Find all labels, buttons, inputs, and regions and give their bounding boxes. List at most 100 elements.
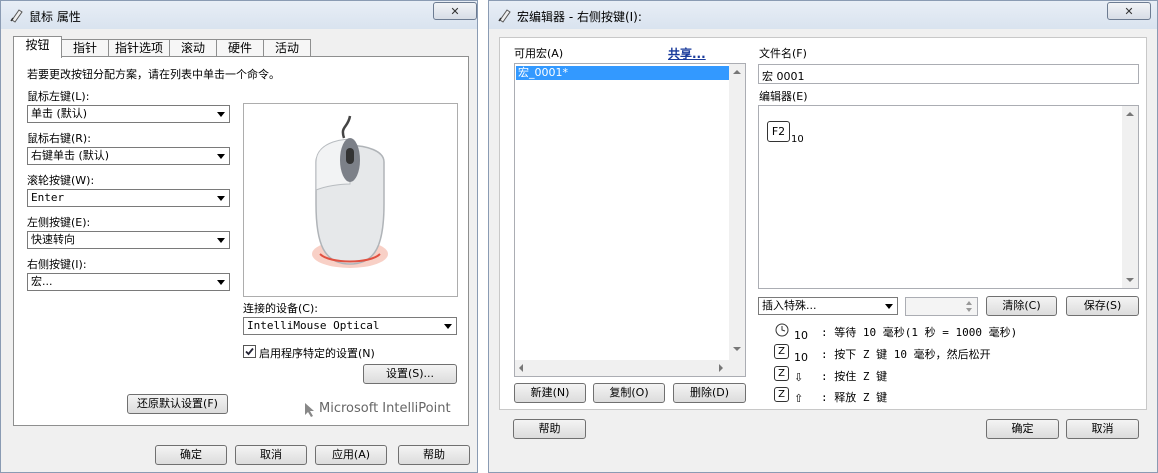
key-z-up-icon: Z <box>774 387 789 402</box>
editor-vertical-scrollbar[interactable] <box>1122 106 1138 288</box>
app-specific-checkbox[interactable] <box>243 345 256 358</box>
delay-spinner[interactable] <box>905 297 978 316</box>
mouse-app-icon <box>10 9 23 23</box>
legend-text: : 等待 10 毫秒(1 秒 = 1000 毫秒) <box>821 326 1018 339</box>
mouse-image-frame <box>243 103 458 297</box>
available-macros-label: 可用宏(A) <box>514 47 564 60</box>
tab-hardware[interactable]: 硬件 <box>216 39 264 57</box>
legend-text: : 按住 Z 键 <box>821 370 888 383</box>
scroll-left-icon <box>519 364 523 372</box>
buttons-tab-panel: 若要更改按钮分配方案，请在列表中单击一个命令。 鼠标左键(L): 单击 (默认)… <box>13 56 469 426</box>
legend-arrow: ⇧ <box>794 392 804 405</box>
title-bar: 鼠标 属性 ✕ <box>1 1 477 29</box>
scroll-right-icon <box>719 364 723 372</box>
instruction-text: 若要更改按钮分配方案，请在列表中单击一个命令。 <box>27 68 280 81</box>
share-link[interactable]: 共享... <box>668 45 706 62</box>
help-button[interactable]: 帮助 <box>398 445 470 465</box>
left-button-label: 鼠标左键(L): <box>27 90 90 103</box>
list-item[interactable]: 宏_0001* <box>516 66 730 80</box>
ok-button[interactable]: 确定 <box>986 419 1059 439</box>
insert-special-select[interactable]: 插入特殊... <box>758 297 898 315</box>
wheel-button-value: Enter <box>31 191 65 204</box>
tab-scroll[interactable]: 滚动 <box>169 39 217 57</box>
copy-macro-button[interactable]: 复制(O) <box>593 383 665 403</box>
ok-button[interactable]: 确定 <box>155 445 227 465</box>
list-horizontal-scrollbar[interactable] <box>515 360 729 376</box>
tab-activity[interactable]: 活动 <box>263 39 311 57</box>
filename-label: 文件名(F) <box>759 47 807 60</box>
right-button-value: 右键单击 (默认) <box>31 149 110 162</box>
legend-arrow: ⇩ <box>794 371 804 384</box>
left-side-button-label: 左侧按键(E): <box>27 216 91 229</box>
device-value: IntelliMouse Optical <box>247 319 380 332</box>
macro-name: 宏_0001* <box>518 66 568 79</box>
key-delay: 10 <box>791 134 804 145</box>
window-title: 宏编辑器 - 右侧按键(I): <box>517 10 642 24</box>
macro-list[interactable]: 宏_0001* <box>514 63 746 377</box>
macro-editor-panel: 可用宏(A) 共享... 宏_0001* 文件名(F) 宏 0001 编辑器(E… <box>499 37 1147 410</box>
right-side-button-label: 右侧按键(I): <box>27 258 87 271</box>
pointer-logo-icon <box>305 403 314 417</box>
tab-pointer[interactable]: 指针 <box>61 39 109 57</box>
spin-up-icon[interactable] <box>966 301 972 305</box>
right-button-select[interactable]: 右键单击 (默认) <box>27 147 230 165</box>
legend-num: 10 <box>794 329 808 342</box>
tab-buttons[interactable]: 按钮 <box>13 36 62 58</box>
left-side-button-value: 快速转向 <box>31 233 75 246</box>
checkmark-icon <box>245 347 254 356</box>
chevron-down-icon <box>217 238 225 243</box>
wheel-button-label: 滚轮按键(W): <box>27 174 95 187</box>
save-button[interactable]: 保存(S) <box>1066 296 1139 316</box>
device-label: 连接的设备(C): <box>243 302 318 315</box>
clear-button[interactable]: 清除(C) <box>986 296 1057 316</box>
legend-text: : 按下 Z 键 10 毫秒，然后松开 <box>821 348 991 361</box>
legend-text: : 释放 Z 键 <box>821 391 888 404</box>
close-button[interactable]: ✕ <box>433 2 477 20</box>
spin-down-icon[interactable] <box>966 308 972 312</box>
window-title: 鼠标 属性 <box>29 10 81 24</box>
right-button-label: 鼠标右键(R): <box>27 132 91 145</box>
left-button-value: 单击 (默认) <box>31 107 88 120</box>
scroll-up-icon <box>1126 112 1134 116</box>
new-macro-button[interactable]: 新建(N) <box>514 383 586 403</box>
app-specific-label: 启用程序特定的设置(N) <box>259 347 375 360</box>
delete-macro-button[interactable]: 删除(D) <box>673 383 746 403</box>
right-side-button-select[interactable]: 宏... <box>27 273 230 291</box>
cancel-button[interactable]: 取消 <box>1066 419 1139 439</box>
chevron-down-icon <box>217 196 225 201</box>
wheel-button-select[interactable]: Enter <box>27 189 230 207</box>
chevron-down-icon <box>444 324 452 329</box>
right-side-button-value: 宏... <box>31 275 53 288</box>
apply-button[interactable]: 应用(A) <box>315 445 387 465</box>
title-bar: 宏编辑器 - 右侧按键(I): ✕ <box>489 1 1157 29</box>
mouse-properties-window: 鼠标 属性 ✕ 按钮 指针 指针选项 滚动 硬件 活动 若要更改按钮分配方案，请… <box>0 0 478 473</box>
scroll-down-icon <box>1126 278 1134 282</box>
insert-special-value: 插入特殊... <box>762 299 817 312</box>
chevron-down-icon <box>217 112 225 117</box>
brand-logo: Microsoft IntelliPoint <box>319 401 451 416</box>
legend-num: 10 <box>794 351 808 364</box>
macro-editor-window: 宏编辑器 - 右侧按键(I): ✕ 可用宏(A) 共享... 宏_0001* 文… <box>488 0 1158 473</box>
list-vertical-scrollbar[interactable] <box>729 64 745 376</box>
scroll-down-icon <box>733 347 741 351</box>
restore-defaults-button[interactable]: 还原默认设置(F) <box>127 394 228 414</box>
filename-value: 宏 0001 <box>762 70 805 83</box>
tab-pointer-options[interactable]: 指针选项 <box>108 39 170 57</box>
cancel-button[interactable]: 取消 <box>235 445 307 465</box>
mouse-app-icon <box>498 9 511 23</box>
scroll-up-icon <box>733 70 741 74</box>
close-button[interactable]: ✕ <box>1107 2 1151 20</box>
f2-key-icon[interactable]: F2 <box>767 121 790 142</box>
filename-input[interactable]: 宏 0001 <box>758 64 1139 84</box>
help-button[interactable]: 帮助 <box>513 419 586 439</box>
macro-editor-area[interactable]: F2 10 <box>758 105 1139 289</box>
chevron-down-icon <box>885 304 893 309</box>
clock-icon <box>775 323 789 337</box>
mouse-image <box>312 115 388 268</box>
device-select[interactable]: IntelliMouse Optical <box>243 317 457 335</box>
left-side-button-select[interactable]: 快速转向 <box>27 231 230 249</box>
settings-button[interactable]: 设置(S)... <box>363 364 457 384</box>
chevron-down-icon <box>217 280 225 285</box>
left-button-select[interactable]: 单击 (默认) <box>27 105 230 123</box>
key-z-icon: Z <box>774 344 789 359</box>
